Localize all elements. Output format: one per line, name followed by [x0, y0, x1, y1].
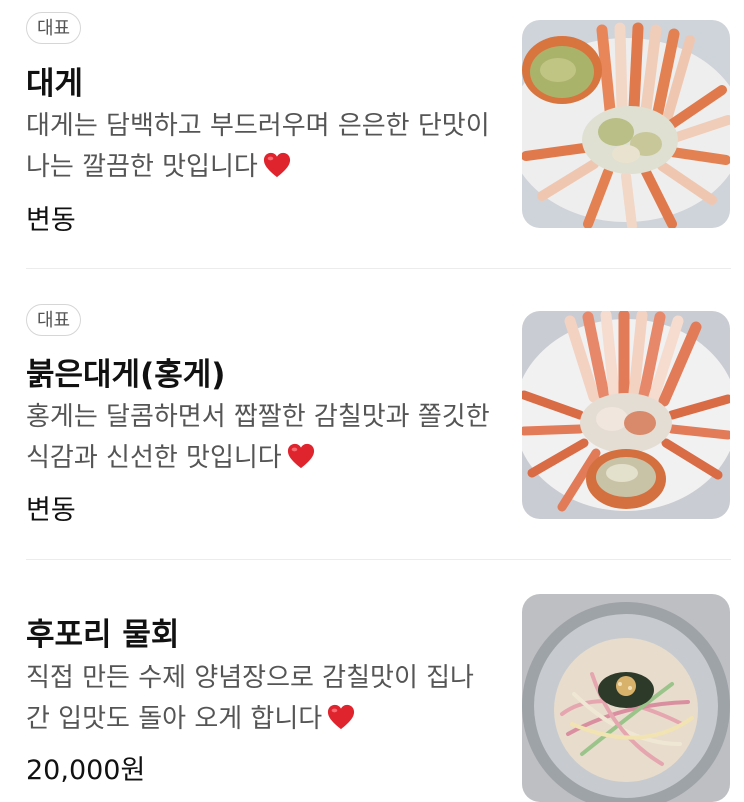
item-divider	[26, 559, 731, 560]
menu-item-description: 대게는 담백하고 부드러우며 은은한 단맛이 나는 깔끔한 맛입니다	[26, 106, 496, 188]
snow-crab-platter-image	[522, 20, 730, 228]
menu-item-description: 홍게는 달콤하면서 짭짤한 감칠맛과 쫄깃한 식감과 신선한 맛입니다	[26, 397, 496, 479]
menu-item-photo[interactable]	[522, 311, 730, 519]
red-heart-icon	[287, 443, 314, 469]
menu-item-description-text: 홍게는 달콤하면서 짭짤한 감칠맛과 쫄깃한 식감과 신선한 맛입니다	[26, 402, 490, 473]
item-divider	[26, 268, 731, 269]
menu-item-price: 20,000원	[26, 755, 146, 786]
red-snow-crab-platter-image	[522, 311, 730, 519]
menu-item-description-text: 대게는 담백하고 부드러우며 은은한 단맛이 나는 깔끔한 맛입니다	[26, 111, 490, 182]
menu-item-name: 대게	[26, 66, 84, 102]
signature-badge: 대표	[26, 12, 82, 44]
menu-item-description-text: 직접 만든 수제 양념장으로 감칠맛이 집나간 입맛도 돌아 오게 합니다	[26, 663, 474, 734]
red-heart-icon	[328, 704, 355, 730]
menu-item-price: 변동	[26, 205, 76, 236]
mulhoe-bowl-image	[522, 594, 730, 802]
menu-item-description: 직접 만든 수제 양념장으로 감칠맛이 집나간 입맛도 돌아 오게 합니다	[26, 658, 496, 740]
red-heart-icon	[263, 152, 290, 178]
menu-item-name: 붉은대게(홍게)	[26, 357, 226, 393]
menu-item-price: 변동	[26, 495, 76, 526]
menu-item-photo[interactable]	[522, 20, 730, 228]
menu-item-name: 후포리 물회	[26, 617, 180, 653]
signature-badge: 대표	[26, 304, 82, 336]
menu-item-photo[interactable]	[522, 594, 730, 802]
